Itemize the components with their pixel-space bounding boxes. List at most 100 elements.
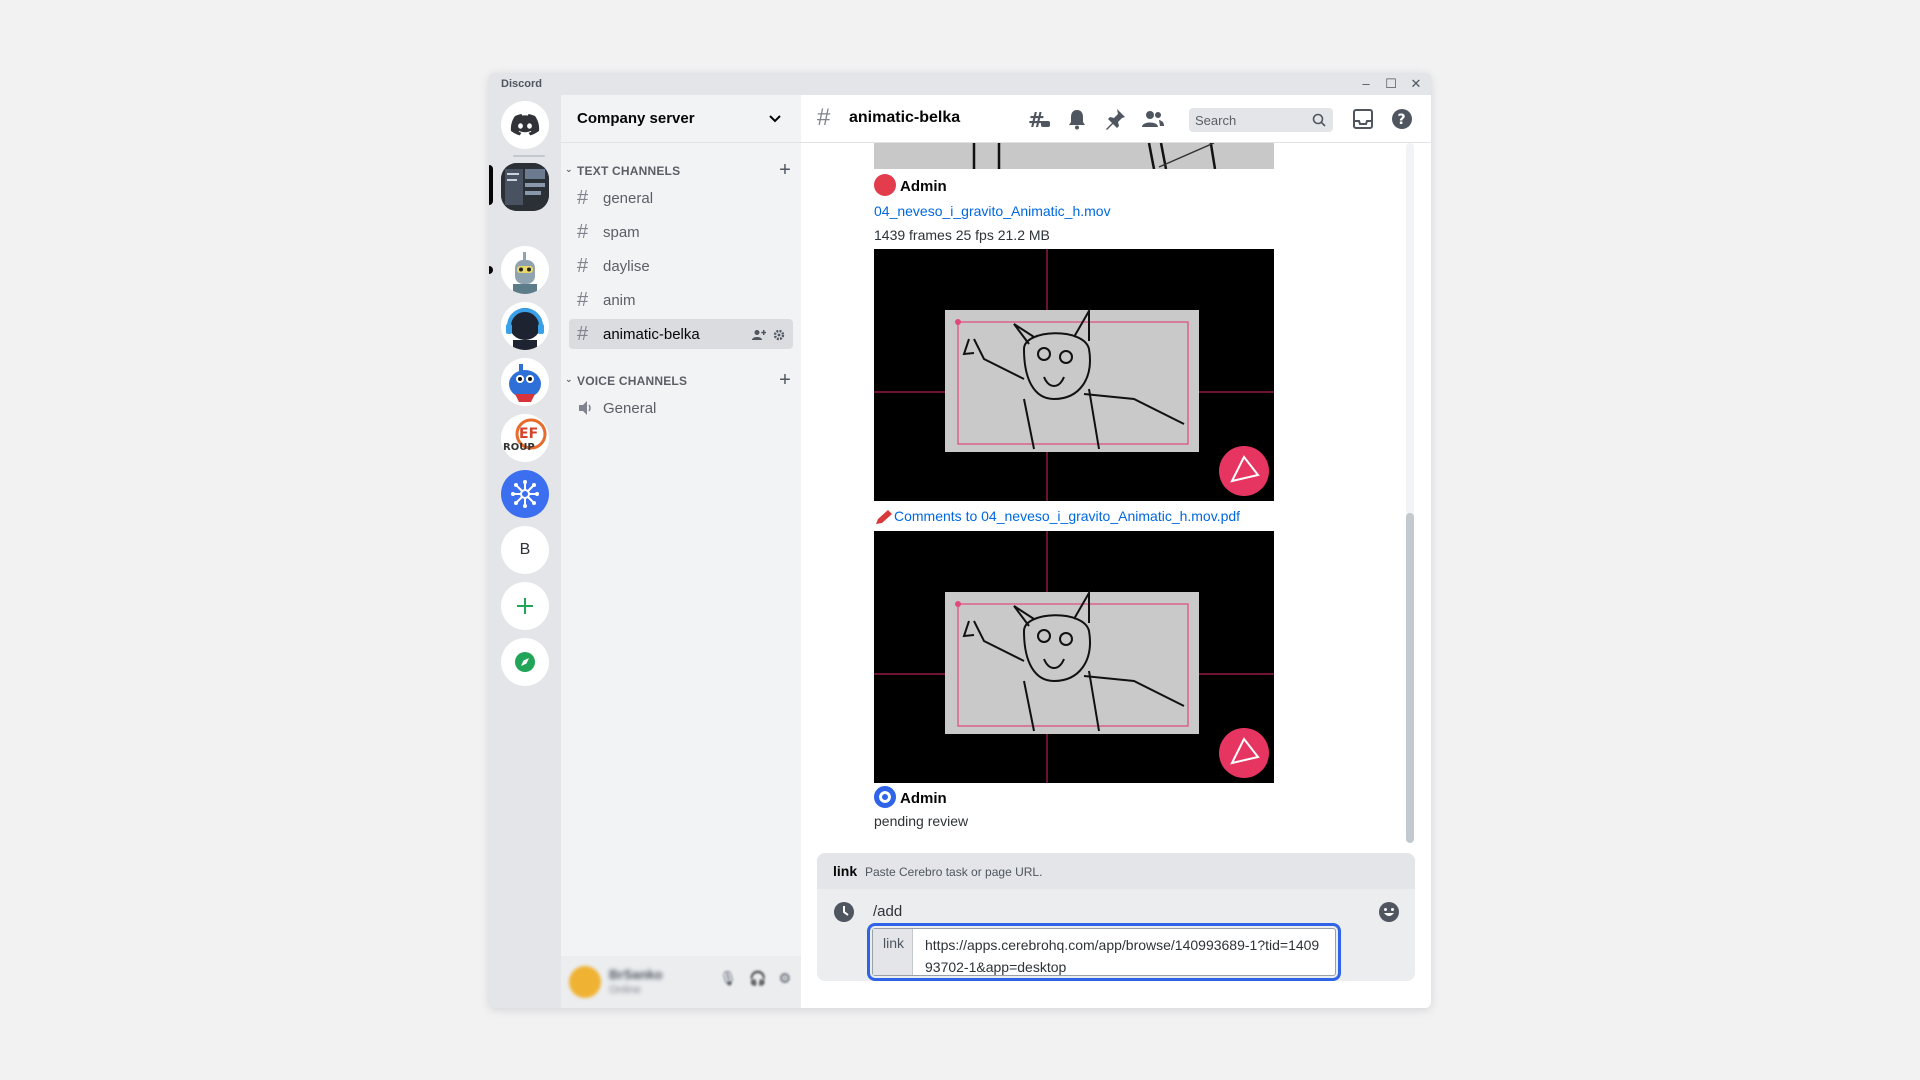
hash-icon: # — [577, 289, 589, 311]
avatar[interactable] — [874, 786, 896, 808]
user-name: BrSanko — [609, 967, 663, 982]
voice-channels-category[interactable]: ⌄ VOICE CHANNELS + — [565, 369, 797, 392]
message-list: Admin 04_neveso_i_gravito_Animatic_h.mov… — [801, 143, 1431, 843]
avatar[interactable] — [569, 966, 601, 998]
author-name: Admin — [900, 789, 947, 807]
discord-window: Discord – ☐ ✕ EF ROUP B Company server ⌄… — [489, 73, 1431, 1008]
discord-logo-icon — [510, 114, 540, 136]
channel-sidebar: Company server ⌄ TEXT CHANNELS + # gener… — [561, 95, 801, 1008]
search-input[interactable]: Search — [1189, 108, 1333, 132]
author-name: Admin — [900, 177, 947, 195]
channel-actions — [751, 327, 785, 341]
blue-creature-avatar-icon — [501, 358, 549, 406]
link-url-input[interactable]: https://apps.cerebrohq.com/app/browse/14… — [925, 934, 1325, 978]
server-item-6[interactable] — [501, 470, 549, 518]
user-status: Online — [609, 984, 641, 996]
sketch-fragment — [972, 143, 1217, 169]
server-name: Company server — [577, 110, 695, 127]
selected-server-indicator — [489, 165, 493, 205]
file-meta: 1439 frames 25 fps 21.2 MB — [874, 227, 1050, 243]
channel-header: # animatic-belka # Search ? — [801, 95, 1431, 143]
settings-gear-icon[interactable]: ⚙ — [778, 970, 791, 987]
category-label: TEXT CHANNELS — [577, 164, 681, 178]
message-author[interactable]: Admin — [874, 786, 947, 810]
inbox-icon[interactable] — [1351, 107, 1375, 131]
close-button[interactable]: ✕ — [1407, 75, 1425, 93]
server-item-5[interactable]: EF ROUP — [501, 414, 549, 462]
message-text: pending review — [874, 813, 969, 829]
pin-icon[interactable] — [1103, 107, 1127, 131]
title-bar: Discord – ☐ ✕ — [489, 73, 1431, 95]
server-item-3[interactable] — [501, 302, 549, 350]
option-name: link — [833, 863, 858, 879]
channel-item-spam[interactable]: # spam — [569, 217, 793, 247]
hash-icon: # — [577, 187, 589, 209]
help-icon[interactable]: ? — [1390, 107, 1414, 131]
file-link[interactable]: 04_neveso_i_gravito_Animatic_h.mov — [874, 203, 1111, 219]
text-channels-category[interactable]: ⌄ TEXT CHANNELS + — [565, 159, 797, 182]
channel-title: animatic-belka — [849, 109, 961, 126]
link-option-field[interactable]: link https://apps.cerebrohq.com/app/brow… — [867, 923, 1341, 981]
threads-icon[interactable]: # — [1027, 107, 1051, 131]
server-item-2[interactable] — [501, 246, 549, 294]
chat-main: # animatic-belka # Search ? Admin 04_nev… — [801, 95, 1431, 1008]
pdf-link-text: Comments to 04_neveso_i_gravito_Animatic… — [894, 508, 1241, 524]
search-icon — [1312, 113, 1326, 127]
channel-item-animatic-belka[interactable]: # animatic-belka — [569, 319, 793, 349]
server-rail: EF ROUP B — [489, 95, 561, 1008]
channel-label: spam — [603, 224, 640, 241]
speaker-icon — [579, 401, 591, 415]
unread-indicator — [489, 266, 493, 274]
channel-item-daylise[interactable]: # daylise — [569, 251, 793, 281]
robot-avatar-icon — [501, 246, 549, 294]
server-item-1[interactable] — [501, 163, 549, 211]
maximize-button[interactable]: ☐ — [1382, 75, 1400, 93]
message-composer: link Paste Cerebro task or page URL. /ad… — [817, 853, 1415, 981]
add-server-button[interactable] — [501, 582, 549, 630]
scrollbar-thumb[interactable] — [1406, 513, 1414, 843]
add-channel-icon[interactable]: + — [779, 369, 791, 392]
option-prefix: link — [873, 929, 913, 975]
voice-channel-general[interactable]: General — [569, 393, 793, 423]
server-header[interactable]: Company server — [561, 95, 801, 143]
efgroup-logo-icon: EF ROUP — [501, 414, 549, 462]
channel-label: anim — [603, 292, 636, 309]
chevron-down-icon — [769, 115, 781, 123]
animatic-preview-image-2[interactable] — [874, 531, 1274, 783]
gear-icon[interactable] — [773, 329, 785, 341]
server-item-4[interactable] — [501, 358, 549, 406]
member-list-icon[interactable] — [1141, 107, 1165, 131]
pdf-comment-link[interactable]: Comments to 04_neveso_i_gravito_Animatic… — [874, 508, 1240, 525]
rail-separator — [513, 155, 545, 157]
hash-icon: # — [577, 255, 589, 277]
invite-member-icon[interactable] — [751, 329, 766, 341]
headphones-icon[interactable]: 🎧 — [749, 970, 766, 987]
minimize-button[interactable]: – — [1357, 75, 1375, 93]
app-title: Discord — [501, 78, 542, 90]
home-button[interactable] — [501, 101, 549, 149]
message-author[interactable]: Admin — [874, 174, 947, 198]
clock-icon[interactable] — [833, 901, 855, 923]
add-channel-icon[interactable]: + — [779, 159, 791, 182]
microphone-icon[interactable]: 🎙 — [719, 970, 737, 987]
image-attachment-partial[interactable] — [874, 143, 1274, 169]
server-item-7[interactable]: B — [501, 526, 549, 574]
animatic-preview-image[interactable] — [874, 249, 1274, 501]
avatar[interactable] — [874, 174, 896, 196]
bell-icon[interactable] — [1065, 107, 1089, 131]
animatic-frame-sketch — [874, 249, 1274, 501]
slash-command[interactable]: /add — [873, 903, 902, 920]
animatic-frame-sketch — [874, 531, 1274, 783]
svg-text:EF: EF — [519, 426, 538, 442]
explore-servers-button[interactable] — [501, 638, 549, 686]
link-option-box: link https://apps.cerebrohq.com/app/brow… — [872, 928, 1336, 976]
channel-item-general[interactable]: # general — [569, 183, 793, 213]
collapse-arrow-icon: ⌄ — [565, 374, 573, 384]
emoji-icon[interactable] — [1378, 901, 1400, 923]
command-option-hint: link Paste Cerebro task or page URL. — [817, 853, 1415, 889]
category-label: VOICE CHANNELS — [577, 374, 688, 388]
channel-label: daylise — [603, 258, 650, 275]
channel-item-anim[interactable]: # anim — [569, 285, 793, 315]
hash-icon: # — [577, 323, 589, 345]
svg-text:#: # — [1028, 108, 1045, 131]
